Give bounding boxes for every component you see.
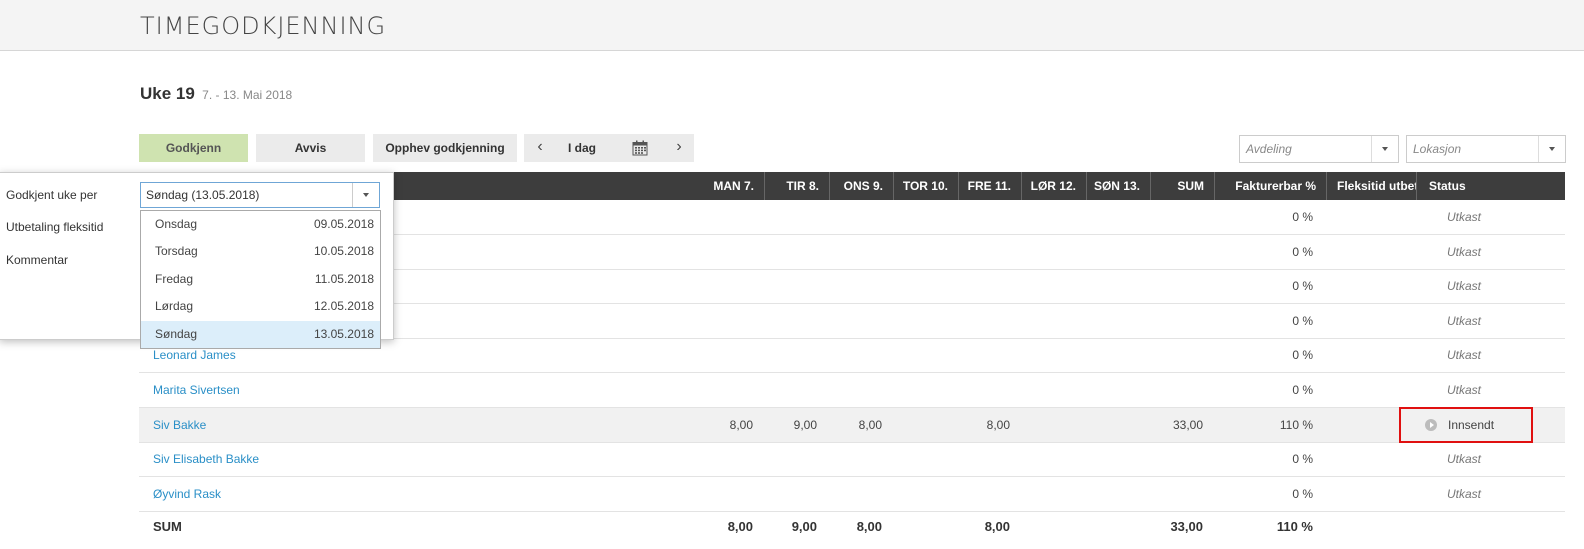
status-label: Utkast [1446, 348, 1481, 363]
page-header: TIMEGODKJENNING [0, 0, 1584, 51]
week-navigation: ‹ I dag › [524, 134, 694, 162]
table-row: Øyvind Rask 0 % Utkast [139, 477, 1565, 512]
sum-mon: 8,00 [727, 519, 753, 534]
prev-week-button[interactable]: ‹ [524, 134, 556, 162]
column-header-status[interactable]: Status [1417, 172, 1565, 200]
cell-pct: 0 % [1292, 313, 1313, 328]
next-week-button[interactable]: › [664, 134, 694, 162]
table-row: Marita Sivertsen 0 % Utkast [139, 373, 1565, 408]
column-header-wed[interactable]: ONS 9. [830, 172, 894, 200]
cell-pct: 110 % [1279, 417, 1313, 432]
option-day: Søndag [155, 327, 198, 341]
comment-label: Kommentar [6, 253, 69, 267]
cell-wed: 8,00 [858, 417, 882, 432]
location-select[interactable]: Lokasjon [1406, 135, 1566, 163]
option-day: Fredag [155, 272, 194, 286]
cell-tue: 9,00 [793, 417, 817, 432]
chevron-down-icon[interactable] [352, 183, 379, 207]
table-row: Siv Bakke 8,00 9,00 8,00 8,00 33,00 110 % Innse… [139, 407, 1565, 443]
employee-name-link[interactable]: Marita Sivertsen [153, 373, 240, 407]
status-label: Utkast [1446, 383, 1481, 397]
today-button[interactable]: I dag [568, 134, 602, 162]
employee-name-link[interactable]: Siv Elisabeth Bakke [153, 442, 259, 476]
status-label: Utkast [1446, 313, 1481, 328]
option-date: 11.05.2018 [314, 272, 374, 286]
option-day: Lørdag [155, 299, 194, 313]
cell-pct: 0 % [1292, 486, 1313, 501]
approved-week-select[interactable]: Søndag (13.05.2018) [140, 182, 380, 208]
option-day: Onsdag [155, 217, 198, 231]
option-date: 09.05.2018 [313, 217, 374, 231]
column-header-thu[interactable]: TOR 10. [894, 172, 959, 200]
page-title: TIMEGODKJENNING [140, 12, 387, 40]
cell-mon: 8,00 [729, 417, 753, 432]
employee-name-link[interactable]: Siv Bakke [153, 408, 206, 442]
column-header-sun[interactable]: SØN 13. [1087, 172, 1151, 200]
approved-week-value: Søndag (13.05.2018) [146, 188, 260, 202]
department-placeholder: Avdeling [1246, 142, 1292, 156]
cell-pct: 0 % [1292, 279, 1313, 294]
week-label: Uke 19 [140, 84, 195, 103]
chevron-down-icon[interactable] [1538, 136, 1565, 162]
status-label: Utkast [1446, 452, 1481, 467]
status-label: Utkast [1446, 210, 1481, 224]
status-label: Utkast [1446, 486, 1481, 501]
cell-pct: 0 % [1292, 383, 1313, 397]
employee-name-link[interactable]: Øyvind Rask [153, 477, 221, 511]
column-header-mon[interactable]: MAN 7. [701, 172, 765, 200]
sum-total: 33,00 [1170, 519, 1203, 534]
option-date: 12.05.2018 [313, 299, 374, 313]
column-header-tue[interactable]: TIR 8. [765, 172, 830, 200]
sum-wed: 8,00 [856, 519, 882, 534]
status-label: Utkast [1446, 279, 1481, 294]
approved-week-dropdown: Onsdag 09.05.2018 Torsdag 10.05.2018 Fre… [140, 210, 381, 349]
option-date: 10.05.2018 [313, 244, 374, 258]
sum-row: SUM 8,00 9,00 8,00 8,00 33,00 110 % [139, 512, 1565, 542]
sum-fri: 8,00 [984, 519, 1010, 534]
flextime-payout-label: Utbetaling fleksitid [6, 220, 104, 234]
column-header-billable[interactable]: Fakturerbar % [1215, 172, 1327, 200]
status-label: Utkast [1446, 244, 1481, 259]
week-heading: Uke 19 7. - 13. Mai 2018 [140, 84, 292, 104]
sum-label: SUM [153, 519, 182, 534]
cell-pct: 0 % [1292, 348, 1313, 363]
dropdown-option[interactable]: Fredag 11.05.2018 [141, 266, 380, 293]
sum-billable: 110 % [1276, 519, 1313, 534]
cell-pct: 0 % [1292, 210, 1313, 224]
approved-week-label: Godkjent uke per [6, 188, 98, 202]
table-row: Siv Elisabeth Bakke 0 % Utkast [139, 442, 1565, 478]
approve-button[interactable]: Godkjenn [139, 134, 248, 162]
week-range: 7. - 13. Mai 2018 [202, 88, 293, 102]
column-header-sat[interactable]: LØR 12. [1022, 172, 1087, 200]
dropdown-option-selected[interactable]: Søndag 13.05.2018 [141, 321, 380, 348]
location-placeholder: Lokasjon [1413, 142, 1462, 156]
sum-tue: 9,00 [791, 519, 817, 534]
column-header-sum[interactable]: SUM [1151, 172, 1215, 200]
department-select[interactable]: Avdeling [1239, 135, 1399, 163]
column-header-fri[interactable]: FRE 11. [959, 172, 1022, 200]
unapprove-button[interactable]: Opphev godkjenning [373, 134, 517, 162]
column-header-flextime[interactable]: Fleksitid utbetalt [1327, 172, 1417, 200]
cell-pct: 0 % [1292, 452, 1313, 467]
cell-fri: 8,00 [986, 417, 1010, 432]
cell-sum: 33,00 [1172, 417, 1203, 432]
option-date: 13.05.2018 [313, 327, 374, 341]
calendar-icon[interactable] [632, 140, 648, 156]
dropdown-option[interactable]: Onsdag 09.05.2018 [141, 211, 380, 238]
dropdown-option[interactable]: Lørdag 12.05.2018 [141, 293, 380, 320]
option-day: Torsdag [155, 244, 198, 258]
reject-button[interactable]: Avvis [256, 134, 365, 162]
cell-pct: 0 % [1292, 244, 1313, 259]
status-highlight [1399, 407, 1533, 443]
dropdown-option[interactable]: Torsdag 10.05.2018 [141, 238, 380, 265]
chevron-down-icon[interactable] [1371, 136, 1398, 162]
